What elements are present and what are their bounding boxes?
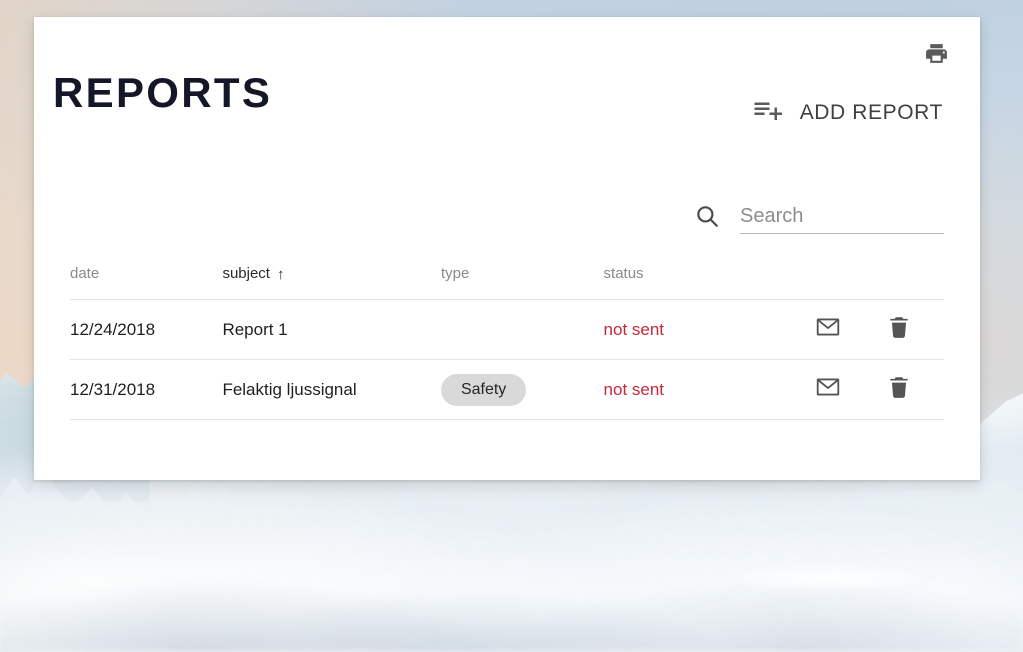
trash-icon bbox=[886, 314, 912, 345]
cell-type: Safety bbox=[440, 360, 604, 420]
column-header-type[interactable]: type bbox=[441, 265, 604, 300]
type-chip[interactable]: Safety bbox=[440, 373, 527, 406]
column-header-date-label: date bbox=[70, 265, 100, 282]
status-badge: not sent bbox=[603, 319, 665, 339]
playlist-add-icon bbox=[752, 95, 782, 130]
table-row[interactable]: 12/24/2018 Report 1 not sent bbox=[70, 299, 944, 360]
column-header-status[interactable]: status bbox=[604, 265, 812, 300]
send-mail-button[interactable] bbox=[812, 374, 844, 406]
delete-report-button[interactable] bbox=[883, 314, 915, 346]
cell-date: 12/24/2018 bbox=[70, 319, 156, 339]
search-field bbox=[740, 205, 944, 234]
mail-outline-icon bbox=[815, 314, 841, 345]
column-header-subject-label: subject bbox=[222, 265, 270, 282]
search-input[interactable] bbox=[740, 205, 944, 228]
print-icon bbox=[924, 41, 949, 71]
page-title: REPORTS bbox=[53, 69, 273, 116]
cell-subject: Report 1 bbox=[222, 319, 288, 339]
column-header-status-label: status bbox=[603, 265, 644, 282]
cell-mail-action bbox=[812, 300, 883, 360]
search-icon[interactable] bbox=[694, 203, 720, 234]
cell-status: not sent bbox=[604, 300, 812, 360]
column-header-subject[interactable]: subject ↑ bbox=[222, 265, 441, 300]
cell-delete-action bbox=[883, 300, 944, 360]
cell-type bbox=[441, 300, 604, 360]
column-header-date[interactable]: date bbox=[70, 265, 222, 300]
reports-card: REPORTS ADD REPORT date bbox=[34, 17, 980, 480]
mail-outline-icon bbox=[815, 374, 841, 405]
search-area bbox=[694, 203, 944, 234]
add-report-button[interactable]: ADD REPORT bbox=[752, 95, 943, 130]
table-header: date subject ↑ type status bbox=[70, 265, 944, 300]
cell-mail-action bbox=[812, 360, 883, 420]
table-header-row: date subject ↑ type status bbox=[70, 265, 944, 300]
add-report-label: ADD REPORT bbox=[799, 100, 943, 124]
card-header: REPORTS ADD REPORT bbox=[34, 17, 980, 177]
cell-date: 12/31/2018 bbox=[70, 379, 156, 399]
status-badge: not sent bbox=[603, 379, 665, 399]
table-row[interactable]: 12/31/2018 Felaktig ljussignal Safety no… bbox=[70, 359, 944, 420]
table-body: 12/24/2018 Report 1 not sent 12/31/2018 … bbox=[70, 299, 944, 420]
cell-subject: Felaktig ljussignal bbox=[222, 379, 357, 399]
send-mail-button[interactable] bbox=[812, 314, 844, 346]
reports-table: date subject ↑ type status 12/24/2018 Rep… bbox=[70, 265, 944, 420]
sort-ascending-arrow-icon: ↑ bbox=[276, 266, 285, 283]
column-header-mail bbox=[812, 265, 883, 300]
print-button[interactable] bbox=[919, 39, 953, 73]
wispy-cloud bbox=[723, 560, 983, 596]
delete-report-button[interactable] bbox=[883, 374, 915, 406]
cell-delete-action bbox=[883, 360, 944, 420]
cell-status: not sent bbox=[604, 360, 812, 420]
column-header-type-label: type bbox=[440, 265, 470, 282]
trash-icon bbox=[886, 374, 912, 405]
column-header-delete bbox=[883, 265, 944, 300]
